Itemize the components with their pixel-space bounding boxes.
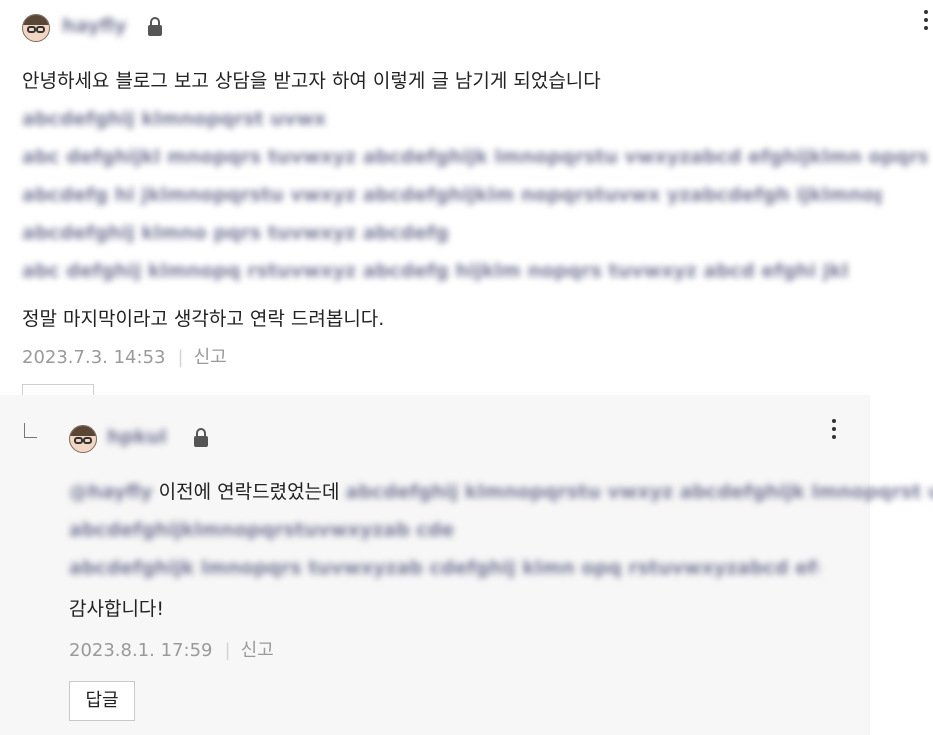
meta-divider: | [224,640,231,661]
comment-meta: 2023.7.3. 14:53 | 신고 [22,343,227,369]
comment-author-name[interactable]: hayfly [62,15,127,37]
reply-button[interactable]: 답글 [69,681,135,721]
lock-icon [148,17,162,36]
more-vertical-icon[interactable] [923,10,929,34]
comment-body-line-blurred: abc defghijkl mnopqrs tuvwxyz abcdefghij… [22,146,927,168]
lock-icon [194,428,208,447]
comment-body-line-blurred: abc defghij klmnopq rstuvwxyz abcdefg hi… [22,260,847,282]
more-vertical-icon[interactable] [831,419,837,443]
reply-body-line-blurred: abcdefghijk lmnopqrs tuvwxyzab cdefghij … [69,557,819,579]
comment-item: hayfly 안녕하세요 블로그 보고 상담을 받고자 하여 이렇게 글 남기게… [0,0,933,399]
meta-divider: | [177,347,184,368]
report-link[interactable]: 신고 [194,347,227,368]
comment-body-line-blurred: abcdefghij klmnopqrst uvwx [22,108,327,130]
reply-body-blurred: abcdefghij klmnopqrstu vwxyz abcdefghijk… [345,481,933,503]
reply-body-text: 이전에 연락드렸었는데 [152,481,346,503]
reply-item: hpkul @hayfly 이전에 연락드렸었는데 abcdefghij klm… [0,395,933,735]
reply-body-line: 감사합니다! [69,598,165,620]
avatar-icon[interactable] [22,14,50,42]
comment-body-line: 정말 마지막이라고 생각하고 연락 드려봅니다. [22,308,385,330]
comment-body-line: 안녕하세요 블로그 보고 상담을 받고자 하여 이렇게 글 남기게 되었습니다 [22,70,601,92]
avatar-icon[interactable] [69,425,97,453]
comment-body-line-blurred: abcdefghij klmno pqrs tuvwxyz abcdefg [22,222,449,244]
reply-arrow-icon [24,423,37,438]
mention-link[interactable]: @hayfly [69,481,153,503]
reply-timestamp: 2023.8.1. 17:59 [69,640,213,661]
comment-timestamp: 2023.7.3. 14:53 [22,347,166,368]
reply-body-line-blurred: abcdefghijklmnopqrstuvwxyzab cde [69,519,455,541]
reply-body-line: @hayfly 이전에 연락드렸었는데 abcdefghij klmnopqrs… [69,473,933,511]
reply-meta: 2023.8.1. 17:59 | 신고 [69,636,274,662]
comment-body-line-blurred: abcdefg hi jklmnopqrstu vwxyz abcdefghij… [22,184,882,206]
reply-author-name[interactable]: hpkul [107,426,167,448]
report-link[interactable]: 신고 [241,640,274,661]
